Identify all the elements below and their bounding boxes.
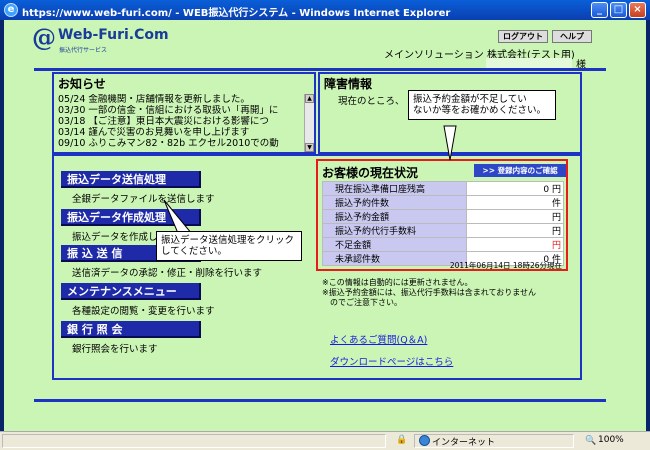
globe-icon (419, 435, 430, 446)
status-tooltip: 振込予約金額が不足してい ないか等をお確かめください。 (408, 90, 556, 120)
browser-statusbar: 🔒 インターネット 🔍 100% (0, 431, 650, 450)
zoom-level[interactable]: 100% (598, 435, 624, 445)
internet-explorer-icon: e (4, 3, 18, 17)
menu-tooltip-line: 振込データ送信処理をクリック (161, 235, 295, 246)
security-zone: インターネット (432, 438, 496, 448)
statusbar-message-area (2, 434, 386, 448)
status-tooltip-line: ないか等をお確かめください。 (413, 105, 547, 116)
callout-pointers (163, 125, 457, 239)
menu-tooltip-line: してください。 (161, 246, 227, 257)
lock-icon: 🔒 (396, 435, 408, 445)
footer-divider (34, 399, 606, 402)
close-button[interactable]: × (629, 2, 646, 18)
page-content: @ Web-Furi.Com 振込代行サービス ログアウト ヘルプ メインソリュ… (4, 20, 646, 431)
zoom-icon[interactable]: 🔍 (585, 436, 596, 446)
window-titlebar: e https://www.web-furi.com/ - WEB振込代行システ… (0, 0, 650, 20)
maximize-button[interactable]: □ (610, 2, 627, 18)
menu-tooltip: 振込データ送信処理をクリック してください。 (156, 231, 302, 261)
window-title: https://www.web-furi.com/ - WEB振込代行システム … (22, 8, 451, 19)
status-tooltip-line: 振込予約金額が不足してい (413, 94, 527, 105)
minimize-button[interactable]: _ (591, 2, 608, 18)
